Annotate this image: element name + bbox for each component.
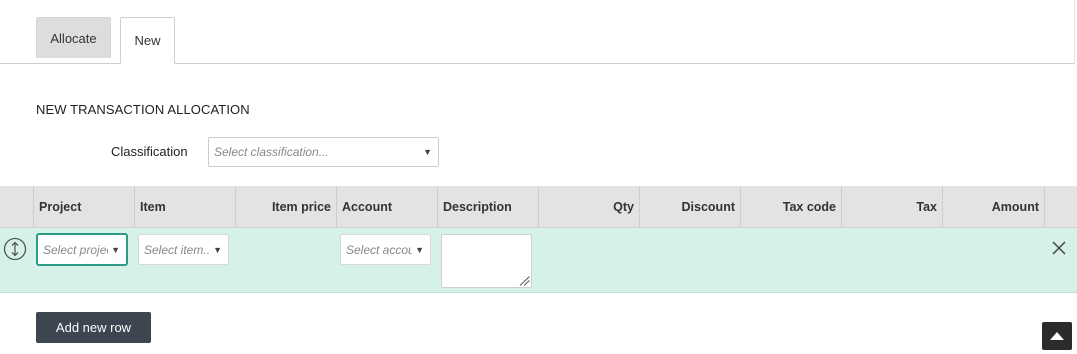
item-placeholder: Select item... [144,242,210,257]
column-header-qty: Qty [538,186,639,227]
tab-bar: Allocate New [0,0,1075,64]
tab-new[interactable]: New [120,17,175,64]
column-header-account: Account [336,186,437,227]
column-header-tax-code: Tax code [740,186,841,227]
column-header-label: Description [443,199,512,214]
caret-down-icon: ▼ [415,244,424,255]
scroll-to-top-button[interactable] [1042,322,1072,350]
table-header: Project Item Item price Account Descript… [0,186,1077,228]
close-icon[interactable] [1050,239,1068,257]
column-header-label: Tax code [782,199,836,214]
column-header-label: Account [342,199,392,214]
classification-select[interactable]: Select classification... ▼ [208,137,439,167]
caret-down-icon: ▼ [111,244,120,255]
tab-allocate-label: Allocate [50,30,97,46]
caret-down-icon: ▼ [213,244,222,255]
caret-up-icon [1050,332,1064,340]
column-header-item: Item [134,186,235,227]
tab-new-label: New [134,33,161,48]
column-header-label: Item price [271,199,331,214]
add-new-row-button[interactable]: Add new row [36,312,151,343]
column-header-label: Qty [613,199,634,214]
classification-placeholder: Select classification... [214,145,329,159]
column-header-item-price: Item price [235,186,336,227]
column-header-actions [1044,186,1077,227]
column-header-label: Discount [681,199,735,214]
column-header-label: Amount [991,199,1039,214]
section-title: NEW TRANSACTION ALLOCATION [36,102,250,117]
column-header-label: Project [39,199,82,214]
project-select[interactable]: Select project... ▼ [37,234,127,265]
column-header-project: Project [33,186,134,227]
caret-down-icon: ▼ [423,147,432,157]
panel-border [1074,0,1075,64]
resize-handle-icon[interactable] [519,276,530,286]
column-header-label: Item [140,199,166,214]
move-vertical-icon[interactable] [3,237,27,261]
column-header-tax: Tax [841,186,942,227]
column-header-label: Tax [916,199,937,214]
classification-label: Classification [111,144,188,159]
account-placeholder: Select account... [346,242,412,257]
column-header-description: Description [437,186,538,227]
column-header-discount: Discount [639,186,740,227]
tab-allocate[interactable]: Allocate [36,17,111,58]
item-select[interactable]: Select item... ▼ [138,234,229,265]
column-header-amount: Amount [942,186,1044,227]
project-placeholder: Select project... [43,242,108,257]
account-select[interactable]: Select account... ▼ [340,234,431,265]
